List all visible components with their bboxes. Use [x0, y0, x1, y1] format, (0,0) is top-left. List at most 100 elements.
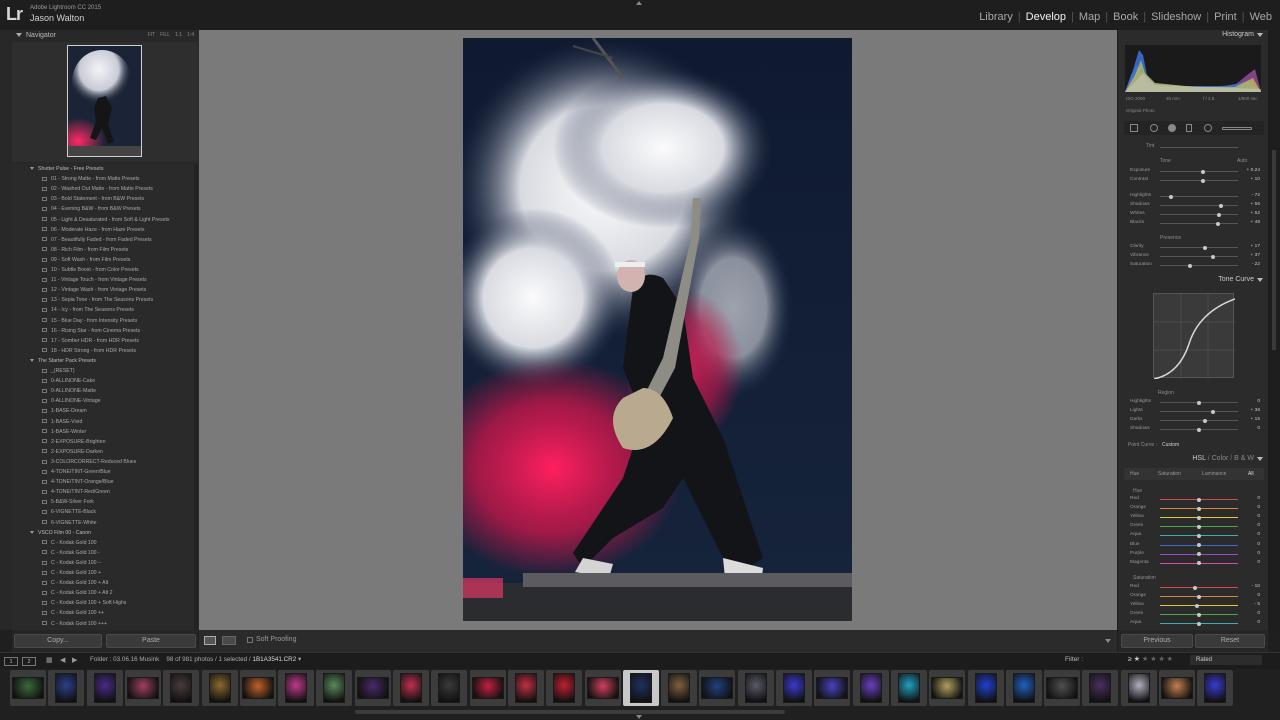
auto-button[interactable]: Auto	[1237, 158, 1247, 164]
preset-item[interactable]: 09 - Soft Wash - from Film Presets	[42, 255, 130, 265]
slider-saturation-track[interactable]	[1160, 265, 1238, 266]
hsl-tab[interactable]: HSL	[1192, 455, 1205, 462]
slider-shadows-track[interactable]	[1160, 205, 1238, 206]
slider-clarity-track[interactable]	[1160, 247, 1238, 248]
hue-yellow-value[interactable]: 0	[1236, 514, 1260, 519]
hue-red-value[interactable]: 0	[1236, 496, 1260, 501]
slider-vibrance-value[interactable]: + 37	[1236, 253, 1260, 258]
preset-item[interactable]: C - Kodak Gold 100 +	[42, 568, 101, 578]
hue-purple-value[interactable]: 0	[1236, 551, 1260, 556]
preset-item[interactable]: 13 - Sepia Tone - from The Seasons Prese…	[42, 295, 153, 305]
slider-contrast-handle[interactable]	[1200, 178, 1205, 183]
collapse-triangle-icon[interactable]	[1257, 278, 1263, 282]
slider-exposure-value[interactable]: + 0.24	[1236, 168, 1260, 173]
hue-red-handle[interactable]	[1197, 497, 1201, 502]
radial-filter-icon[interactable]	[1204, 124, 1212, 132]
filmstrip-thumbnail[interactable]	[1012, 673, 1035, 703]
filmstrip-thumbnail[interactable]	[668, 673, 691, 703]
preset-item[interactable]: 0-ALLINONE-Cake	[42, 376, 95, 386]
preset-item[interactable]: 16 - Rising Star - from Cinema Presets	[42, 326, 140, 336]
slider-vibrance-track[interactable]	[1160, 256, 1238, 257]
curve-darks-track[interactable]	[1160, 420, 1238, 421]
all-subtab[interactable]: All	[1248, 471, 1254, 477]
crop-icon[interactable]	[1130, 124, 1138, 132]
module-slideshow[interactable]: Slideshow	[1147, 11, 1205, 23]
sat-aqua-value[interactable]: 0	[1236, 620, 1260, 625]
navigator-thumbnail[interactable]	[67, 45, 142, 157]
filmstrip-thumbnail[interactable]	[1127, 673, 1150, 703]
filmstrip-thumbnail[interactable]	[241, 677, 274, 699]
preset-item[interactable]: C - Kodak Gold 100 +++	[42, 619, 107, 629]
slider-clarity-value[interactable]: + 17	[1236, 244, 1260, 249]
preset-item[interactable]: 04 - Evening B&W - from B&W Presets	[42, 204, 141, 214]
slider-exposure-handle[interactable]	[1200, 169, 1205, 174]
preset-item[interactable]: C - Kodak Gold 100 + Alt	[42, 578, 108, 588]
filmstrip-thumbnail[interactable]	[12, 677, 44, 699]
slider-whites-handle[interactable]	[1217, 212, 1222, 217]
filmstrip-thumbnail[interactable]	[701, 677, 734, 699]
preset-item[interactable]: 03 - Bold Statement - from B&W Presets	[42, 194, 144, 204]
preset-folder[interactable]: Shutter Pulse - Free Presets	[30, 164, 103, 174]
luminance-subtab[interactable]: Luminance	[1202, 471, 1226, 477]
histogram[interactable]	[1125, 45, 1261, 92]
histogram-header[interactable]: Histogram	[1120, 31, 1266, 41]
filmstrip-thumbnail[interactable]	[471, 677, 504, 699]
hue-aqua-handle[interactable]	[1197, 533, 1201, 538]
curve-lights-value[interactable]: + 36	[1236, 408, 1260, 413]
sat-yellow-value[interactable]: - 5	[1236, 602, 1260, 607]
preset-item[interactable]: 15 - Blue Day - from Intensity Presets	[42, 316, 137, 326]
slider-blacks-track[interactable]	[1160, 223, 1238, 224]
filmstrip-thumbnail[interactable]	[1161, 677, 1193, 699]
module-map[interactable]: Map	[1075, 11, 1104, 23]
preset-item[interactable]: C - Kodak Gold 100	[42, 538, 97, 548]
hue-orange-handle[interactable]	[1197, 506, 1201, 511]
saturation-subtab[interactable]: Saturation	[1158, 471, 1181, 477]
zoom-1-4[interactable]: 1:4	[187, 32, 194, 38]
module-book[interactable]: Book	[1109, 11, 1142, 23]
hue-orange-value[interactable]: 0	[1236, 505, 1260, 510]
filmstrip-thumbnail[interactable]	[931, 677, 964, 699]
filmstrip-thumbnail[interactable]	[514, 673, 537, 703]
sat-green-handle[interactable]	[1197, 612, 1201, 617]
preset-item[interactable]: 0-ALLINONE-Matte	[42, 386, 96, 396]
collapse-triangle-icon[interactable]	[16, 33, 22, 37]
preset-item[interactable]: 01 - Strong Matte - from Matte Presets	[42, 174, 140, 184]
rating-filter[interactable]: ≥ ★ ★ ★ ★ ★	[1128, 655, 1173, 663]
filmstrip-thumbnail[interactable]	[323, 673, 346, 703]
before-after-icon[interactable]	[222, 636, 236, 645]
preset-item[interactable]: 6-VIGNETTE-Black	[42, 507, 96, 517]
filmstrip-thumbnail[interactable]	[974, 673, 997, 703]
soft-proofing-checkbox[interactable]	[247, 637, 253, 643]
preset-item[interactable]: 02 - Washed Out Matte - from Matte Prese…	[42, 184, 153, 194]
hsl-header[interactable]: HSL / Color / B & W	[1120, 455, 1266, 465]
tone-curve-graph[interactable]	[1153, 293, 1236, 380]
zoom-fit[interactable]: FIT	[148, 32, 156, 38]
module-library[interactable]: Library	[975, 11, 1017, 23]
adjustment-brush-icon[interactable]	[1222, 127, 1252, 130]
preset-item[interactable]: 14 - Icy - from The Seasons Presets	[42, 305, 134, 315]
sat-yellow-track[interactable]	[1160, 605, 1238, 607]
sat-orange-handle[interactable]	[1197, 594, 1201, 599]
hue-green-handle[interactable]	[1197, 524, 1201, 529]
slider-shadows-value[interactable]: + 56	[1236, 202, 1260, 207]
filmstrip-thumbnail[interactable]	[55, 673, 78, 703]
slider-contrast-value[interactable]: + 10	[1236, 177, 1260, 182]
preset-item[interactable]: C - Kodak Gold 100 ++	[42, 608, 104, 618]
preset-item[interactable]: 2-EXPOSURE-Brighten	[42, 437, 106, 447]
navigator-header[interactable]: Navigator FIT FILL 1:1 1:4	[12, 30, 198, 42]
preset-item[interactable]: 2-EXPOSURE-Darken	[42, 447, 103, 457]
source-indicator[interactable]: Folder : 03.06.16 Musink 98 of 981 photo…	[90, 656, 301, 663]
paste-button[interactable]: Paste	[106, 634, 196, 648]
preset-item[interactable]: 06 - Moderate Haze - from Haze Presets	[42, 225, 144, 235]
curve-shadows-value[interactable]: 0	[1236, 426, 1260, 431]
original-photo-checkbox[interactable]: Original Photo	[1126, 108, 1155, 113]
module-web[interactable]: Web	[1246, 11, 1276, 23]
filmstrip-thumbnail[interactable]	[208, 673, 231, 703]
hue-blue-value[interactable]: 0	[1236, 542, 1260, 547]
slider-whites-value[interactable]: + 52	[1236, 211, 1260, 216]
slider-clarity-handle[interactable]	[1203, 245, 1208, 250]
sat-aqua-handle[interactable]	[1197, 621, 1201, 626]
presets-scrollbar[interactable]	[194, 164, 198, 630]
hue-blue-handle[interactable]	[1197, 543, 1201, 547]
red-eye-icon[interactable]	[1168, 124, 1176, 132]
